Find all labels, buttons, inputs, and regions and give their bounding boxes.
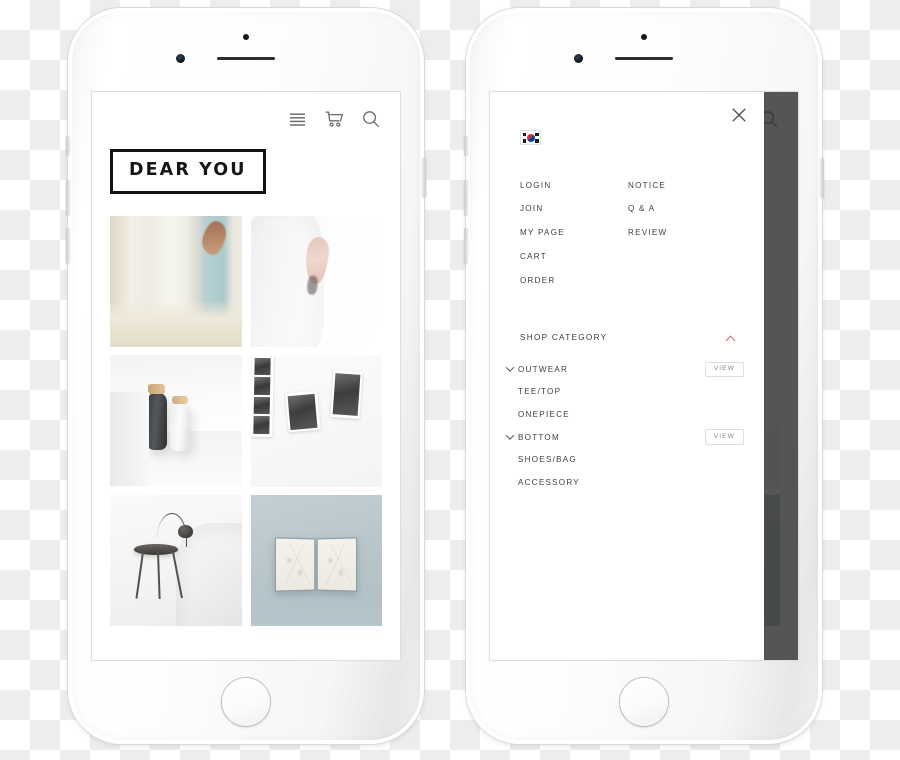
menu-overlay-page: DEAR YOU: [490, 92, 798, 660]
category-label: ACCESSORY: [518, 477, 580, 487]
category-row-tee-top[interactable]: TEE/TOP: [502, 381, 744, 404]
menu-link-review[interactable]: REVIEW: [628, 221, 734, 245]
view-button-bottom[interactable]: VIEW: [704, 429, 744, 445]
store-home-page: DEAR YOU: [92, 92, 400, 660]
menu-link-my-page[interactable]: MY PAGE: [520, 221, 628, 245]
search-icon[interactable]: [360, 108, 382, 130]
close-x-icon[interactable]: [730, 106, 750, 126]
dark-bottle-shape: [146, 384, 167, 450]
slide-out-menu-panel: LOGIN JOIN MY PAGE CART ORDER NOTICE Q &…: [490, 92, 764, 660]
shop-category-title: SHOP CATEGORY: [520, 333, 608, 342]
volume-up-button[interactable]: [464, 180, 468, 216]
category-row-bottom[interactable]: BOTTOM VIEW: [502, 426, 744, 449]
front-camera-icon: [641, 34, 647, 40]
white-dress-hand-image: [250, 215, 382, 347]
silent-switch[interactable]: [464, 136, 468, 156]
menu-link-order[interactable]: ORDER: [520, 269, 628, 293]
home-button[interactable]: [222, 678, 270, 726]
home-button[interactable]: [620, 678, 668, 726]
menu-column-right: NOTICE Q & A REVIEW: [628, 174, 734, 292]
arm-shape: [199, 218, 230, 258]
power-button[interactable]: [820, 158, 824, 198]
phone-left-screen: DEAR YOU: [92, 92, 400, 660]
light-bottle-shape: [170, 395, 191, 451]
proximity-sensor-icon: [176, 54, 185, 63]
south-korea-flag-icon[interactable]: [520, 130, 541, 145]
photo-booth-strip: [250, 355, 274, 437]
table-leg: [134, 552, 144, 600]
photo-collage-image: [250, 355, 382, 487]
product-image-grid: [92, 215, 400, 626]
lamp-head-shape: [178, 524, 193, 538]
earpiece-speaker: [615, 57, 673, 60]
category-row-shoes-bag[interactable]: SHOES/BAG: [502, 448, 744, 471]
category-row-onepiece[interactable]: ONEPIECE: [502, 403, 744, 426]
proximity-sensor-icon: [574, 54, 583, 63]
store-logo-box: DEAR YOU: [110, 149, 266, 194]
power-button[interactable]: [422, 158, 426, 198]
curtain-window-image: [110, 215, 242, 347]
table-leg: [157, 552, 161, 600]
photo-print-a: [285, 390, 321, 433]
scene-stage: DEAR YOU LOGIN JOIN MY PAGE CART ORDER N…: [0, 0, 900, 760]
photo-print-b: [330, 369, 363, 420]
category-label: TEE/TOP: [518, 387, 562, 397]
category-label: ONEPIECE: [518, 409, 570, 419]
menu-column-left: LOGIN JOIN MY PAGE CART ORDER: [520, 174, 628, 292]
store-logo-text: DEAR YOU: [129, 160, 247, 180]
category-row-accessory[interactable]: ACCESSORY: [502, 471, 744, 494]
chevron-down-icon[interactable]: [502, 431, 518, 440]
phone-right-screen: DEAR YOU: [490, 92, 798, 660]
store-logo[interactable]: DEAR YOU: [92, 132, 400, 194]
category-label: OUTWEAR: [518, 364, 569, 374]
shopping-cart-icon[interactable]: [323, 108, 345, 130]
category-row-outwear[interactable]: OUTWEAR VIEW: [502, 358, 744, 381]
phone-device-left: DEAR YOU: [66, 8, 426, 744]
menu-link-cart[interactable]: CART: [520, 245, 628, 269]
two-bottles-image: [110, 355, 242, 487]
front-camera-icon: [243, 34, 249, 40]
volume-down-button[interactable]: [464, 228, 468, 264]
silent-switch[interactable]: [66, 136, 70, 156]
earpiece-speaker: [217, 57, 275, 60]
volume-up-button[interactable]: [66, 180, 70, 216]
gallery-tile-two-bottles[interactable]: [110, 355, 242, 487]
menu-dim-scrim[interactable]: [764, 92, 798, 660]
bedside-table-image: [110, 494, 242, 626]
gallery-tile-curtain-window[interactable]: [110, 215, 242, 347]
gallery-tile-open-book[interactable]: [250, 494, 382, 626]
category-label: BOTTOM: [518, 432, 560, 442]
gallery-tile-white-dress-hand[interactable]: [250, 215, 382, 347]
phone-device-right: DEAR YOU: [464, 8, 824, 744]
menu-link-login[interactable]: LOGIN: [520, 174, 628, 198]
menu-link-join[interactable]: JOIN: [520, 198, 628, 222]
open-book-image: [250, 494, 382, 626]
hamburger-menu-icon[interactable]: [286, 108, 308, 130]
view-button-outwear[interactable]: VIEW: [704, 361, 744, 377]
chevron-up-icon[interactable]: [726, 334, 738, 342]
menu-link-qa[interactable]: Q & A: [628, 198, 734, 222]
menu-link-columns: LOGIN JOIN MY PAGE CART ORDER NOTICE Q &…: [520, 174, 734, 292]
menu-link-notice[interactable]: NOTICE: [628, 174, 734, 198]
book-shape: [275, 537, 358, 592]
gallery-tile-photo-collage[interactable]: [250, 355, 382, 487]
shop-category-list: OUTWEAR VIEW TEE/TOP ONEPIECE BOTTOM VIE…: [502, 358, 744, 494]
store-topbar: [92, 92, 400, 132]
shop-category-header[interactable]: SHOP CATEGORY: [520, 333, 738, 342]
taeguk-circle: [526, 133, 535, 142]
category-label: SHOES/BAG: [518, 455, 577, 465]
gallery-tile-bedside-table[interactable]: [110, 494, 242, 626]
chevron-down-icon[interactable]: [502, 363, 518, 373]
volume-down-button[interactable]: [66, 228, 70, 264]
